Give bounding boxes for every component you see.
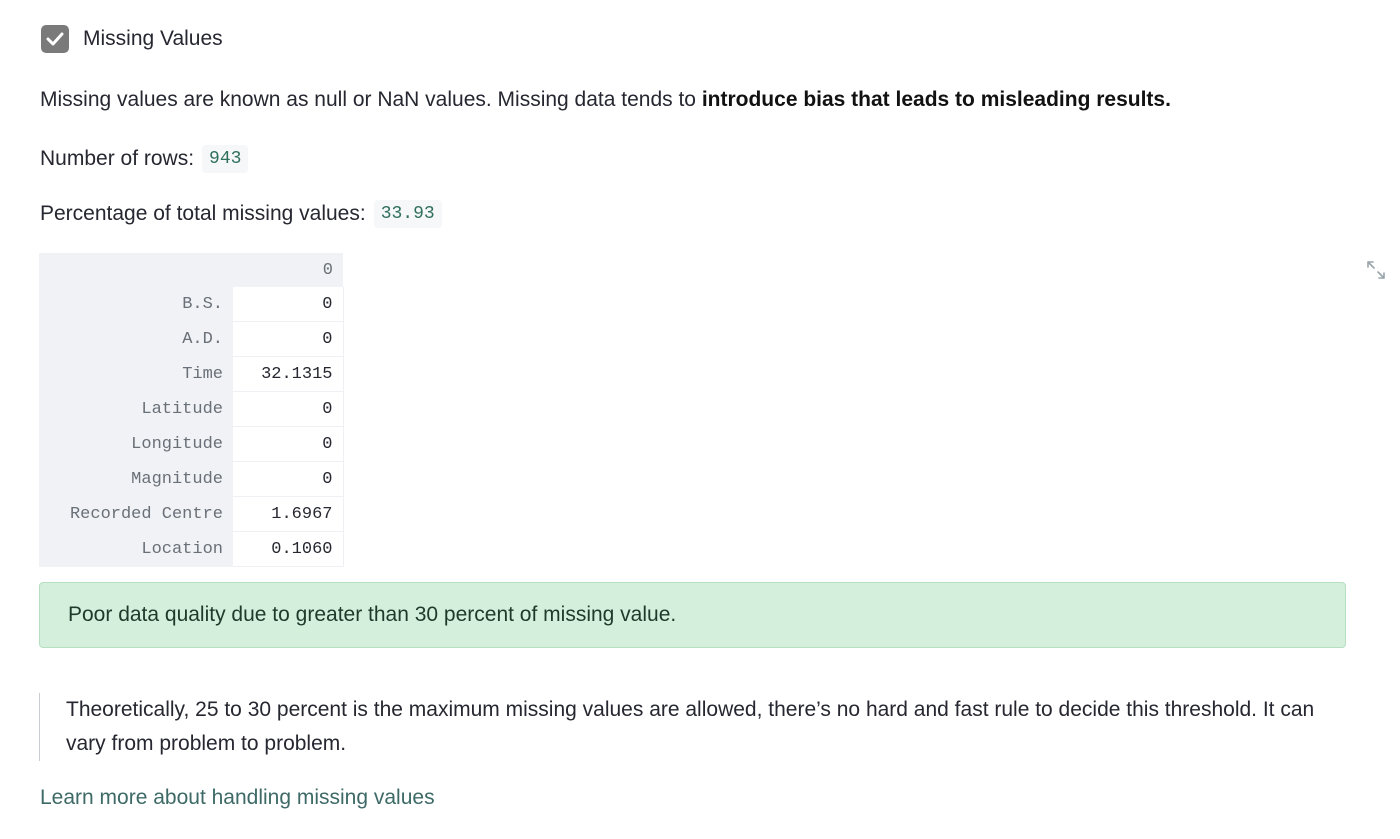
table-row: Recorded Centre 1.6967 xyxy=(39,496,344,532)
row-label: Time xyxy=(39,356,233,392)
index-header-blank xyxy=(39,253,233,287)
quote-text: Theoretically, 25 to 30 percent is the m… xyxy=(66,698,1315,755)
missing-values-table: 0 B.S. 0 A.D. 0 Time 32.1315 Latitude 0 … xyxy=(39,253,344,567)
table-row: A.D. 0 xyxy=(39,321,344,357)
row-value: 0 xyxy=(233,391,344,427)
missing-values-checkbox[interactable]: Missing Values xyxy=(41,25,223,53)
row-label: Magnitude xyxy=(39,461,233,497)
alert-text: Poor data quality due to greater than 30… xyxy=(68,603,677,626)
row-count-value: 943 xyxy=(202,145,249,173)
row-count-label: Number of rows: xyxy=(40,147,195,170)
missing-percentage-label: Percentage of total missing values: xyxy=(40,202,366,225)
intro-bold-text: introduce bias that leads to misleading … xyxy=(701,88,1171,111)
row-value: 32.1315 xyxy=(233,356,344,392)
row-label: Location xyxy=(39,531,233,567)
row-value: 0.1060 xyxy=(233,531,344,567)
row-label: Recorded Centre xyxy=(39,496,233,532)
row-value: 0 xyxy=(233,287,344,322)
table-row: Magnitude 0 xyxy=(39,461,344,497)
table-header-row: 0 xyxy=(39,253,343,287)
row-count-line: Number of rows: 943 xyxy=(40,145,249,173)
table-row: B.S. 0 xyxy=(39,287,344,322)
table-row: Location 0.1060 xyxy=(39,531,344,567)
row-label: A.D. xyxy=(39,321,233,357)
row-value: 0 xyxy=(233,321,344,357)
table-row: Latitude 0 xyxy=(39,391,344,427)
table-row: Time 32.1315 xyxy=(39,356,344,392)
threshold-blockquote: Theoretically, 25 to 30 percent is the m… xyxy=(39,693,1339,761)
data-quality-alert: Poor data quality due to greater than 30… xyxy=(39,582,1346,648)
row-value: 1.6967 xyxy=(233,496,344,532)
row-label: Latitude xyxy=(39,391,233,427)
table-row: Longitude 0 xyxy=(39,426,344,462)
intro-paragraph: Missing values are known as null or NaN … xyxy=(40,88,1171,112)
row-label: B.S. xyxy=(39,287,233,322)
row-label: Longitude xyxy=(39,426,233,462)
check-icon[interactable] xyxy=(41,25,69,53)
missing-percentage-line: Percentage of total missing values: 33.9… xyxy=(40,200,442,228)
checkbox-label: Missing Values xyxy=(83,27,223,50)
intro-text: Missing values are known as null or NaN … xyxy=(40,88,702,111)
row-value: 0 xyxy=(233,461,344,497)
fullscreen-expand-icon[interactable] xyxy=(1365,259,1387,281)
learn-more-link[interactable]: Learn more about handling missing values xyxy=(40,786,435,810)
missing-percentage-value: 33.93 xyxy=(373,200,442,228)
row-value: 0 xyxy=(233,426,344,462)
column-header: 0 xyxy=(233,253,343,287)
